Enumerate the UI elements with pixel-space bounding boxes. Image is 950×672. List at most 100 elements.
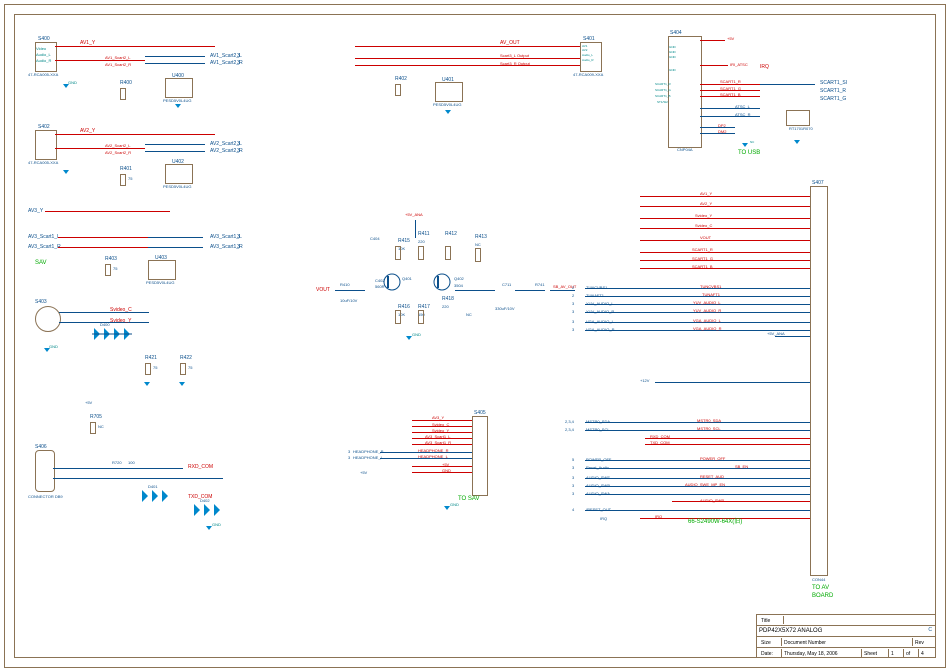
gnd-s404s xyxy=(742,143,748,147)
transistor-q402 xyxy=(432,272,452,292)
s407-net-vgar: VGA_AUDIO_R xyxy=(693,326,721,331)
net-5v-s405: +5V xyxy=(360,470,367,475)
refdes-s401: S401 xyxy=(583,36,595,42)
wire-swa xyxy=(585,494,810,495)
s401-audior: Audio_R xyxy=(582,58,594,62)
refdes-s407: S407 xyxy=(812,180,824,186)
ref-hpl-3: 3 xyxy=(348,455,350,460)
label-board: BOARD xyxy=(812,593,833,599)
transistor-q401 xyxy=(382,272,402,292)
wire-av2l-out xyxy=(145,144,205,145)
refdes-d400: D400 xyxy=(100,322,110,327)
refdes-r421: R421 xyxy=(145,355,157,361)
r422-val: 75 xyxy=(188,365,192,370)
s407-net-poff: POWER_OFF xyxy=(700,456,725,461)
refdes-r403: R403 xyxy=(105,256,117,262)
tb-sheet-n: 1 xyxy=(889,649,904,657)
wire-av2y xyxy=(55,134,215,135)
s407-sc1b xyxy=(640,268,810,269)
s405-net-svc: Svideo_C xyxy=(432,422,449,427)
tb-rev: C xyxy=(928,627,932,633)
s407-svc xyxy=(640,228,810,229)
q402-val: 3504 xyxy=(454,283,463,288)
net-poff: POWER_OFF xyxy=(586,457,611,462)
net-swb: AUDIO_SWB xyxy=(586,483,610,488)
tb-sheet-lbl: Sheet xyxy=(862,649,889,657)
ref-av1l-3: 3 xyxy=(237,53,240,59)
refdes-d402: D402 xyxy=(200,498,210,503)
u403-type: PESD5V0L4UG xyxy=(146,280,174,285)
s407-net-yuvl: YUV_AUDIO_L xyxy=(693,300,721,305)
net-vgal: VGA_AUDIO_L xyxy=(586,319,614,324)
wire-poff xyxy=(585,460,810,461)
net-sc3l: Scart3_L Output xyxy=(500,53,529,58)
connector-s403 xyxy=(35,306,61,332)
r416 xyxy=(395,310,401,324)
s407-net-sc1b: SCART1_B xyxy=(692,264,713,269)
s404-sti: ST1/SI2 xyxy=(657,100,668,104)
tb-docnum-lbl: Document Number xyxy=(782,638,913,646)
net-yuvr: YUV_AUDIO_R xyxy=(586,309,614,314)
net-swe: AUDIO_SWE xyxy=(586,475,610,480)
connector-db9 xyxy=(35,450,55,492)
s407-net-txd: TXD_COM xyxy=(650,440,670,445)
r705 xyxy=(90,422,96,434)
s404-gnd1: GND xyxy=(669,45,676,49)
r401 xyxy=(120,174,126,186)
s405-net-hpl-r: HEADPHONE_L xyxy=(418,454,448,459)
wire-av3y xyxy=(45,211,170,212)
net-av1sc2l-src: AV1_Scart2_L xyxy=(105,55,131,60)
gnd-r421 xyxy=(144,382,150,386)
s407-net-av1y: AV1_Y xyxy=(700,191,712,196)
net-scart1b: SCART1_B xyxy=(720,92,741,97)
s405-net-hpr-r: HEADPHONE_R xyxy=(418,448,448,453)
r411 xyxy=(418,246,424,260)
s407-net-5vana: +5V_ANA xyxy=(767,331,785,336)
label-tosav: TO SAV xyxy=(458,496,479,502)
s407-net-sda: MSTR0_SDA xyxy=(697,418,721,423)
r417 xyxy=(418,310,424,324)
r403 xyxy=(105,264,111,276)
ref-rstout-4: 4 xyxy=(572,507,574,512)
ref-tuncvbs-2: 2 xyxy=(572,285,574,290)
ref-yuvl-3: 3 xyxy=(572,301,574,306)
s401-type: 47-RCA009-XXA xyxy=(573,72,603,77)
tb-date-lbl: Date: xyxy=(759,649,782,657)
r720-val: 100 xyxy=(128,460,135,465)
wire-rsta xyxy=(585,468,810,469)
tb-sheet-of: of xyxy=(904,649,919,657)
s407-net-sc1r: SCART1_R xyxy=(692,247,713,252)
s407-sc1g xyxy=(640,260,810,261)
s405-net-svy: Svideo_Y xyxy=(432,428,449,433)
u400-type: PESD5V0L4UG xyxy=(163,98,191,103)
net-sc1si: SCART1_SI xyxy=(820,80,847,86)
r705-val: NC xyxy=(98,424,104,429)
refdes-r422: R422 xyxy=(180,355,192,361)
wire-txd xyxy=(53,478,223,479)
s407-svy xyxy=(640,218,810,219)
wire-5vana-v xyxy=(415,220,416,238)
wire-svc xyxy=(59,312,149,313)
net-5v-db9: +5V xyxy=(85,400,92,405)
wire-sc1r-out xyxy=(760,84,815,85)
s404-5v xyxy=(700,40,725,41)
net-avout: AV_OUT xyxy=(500,40,520,46)
r401-val: 75 xyxy=(128,176,132,181)
net-tunaft: TUNAFT1 xyxy=(586,293,604,298)
gnd-d402-lbl: GND xyxy=(212,522,221,527)
refdes-r411: R411 xyxy=(418,231,430,237)
ref-av1r-3: 3 xyxy=(237,60,240,66)
s407-net-svy: Svideo_Y xyxy=(695,213,712,218)
net-av3sc1r: AV3_Scart1_R xyxy=(28,244,61,250)
c711-val: 330uF/10V xyxy=(495,306,515,311)
wire-av1y xyxy=(55,46,215,47)
wire-rxd2 xyxy=(133,468,183,469)
s407-net-svc: Svideo_C xyxy=(695,223,712,228)
net-dp2: DP2 xyxy=(718,123,726,128)
wire-sbavout xyxy=(550,290,575,291)
net-dm2: DM2 xyxy=(718,129,726,134)
r415 xyxy=(395,246,401,260)
s400-pin-audiol: Audio_L xyxy=(36,52,51,57)
refdes-r418: R418 xyxy=(442,296,454,302)
gnd-filter xyxy=(794,140,800,144)
